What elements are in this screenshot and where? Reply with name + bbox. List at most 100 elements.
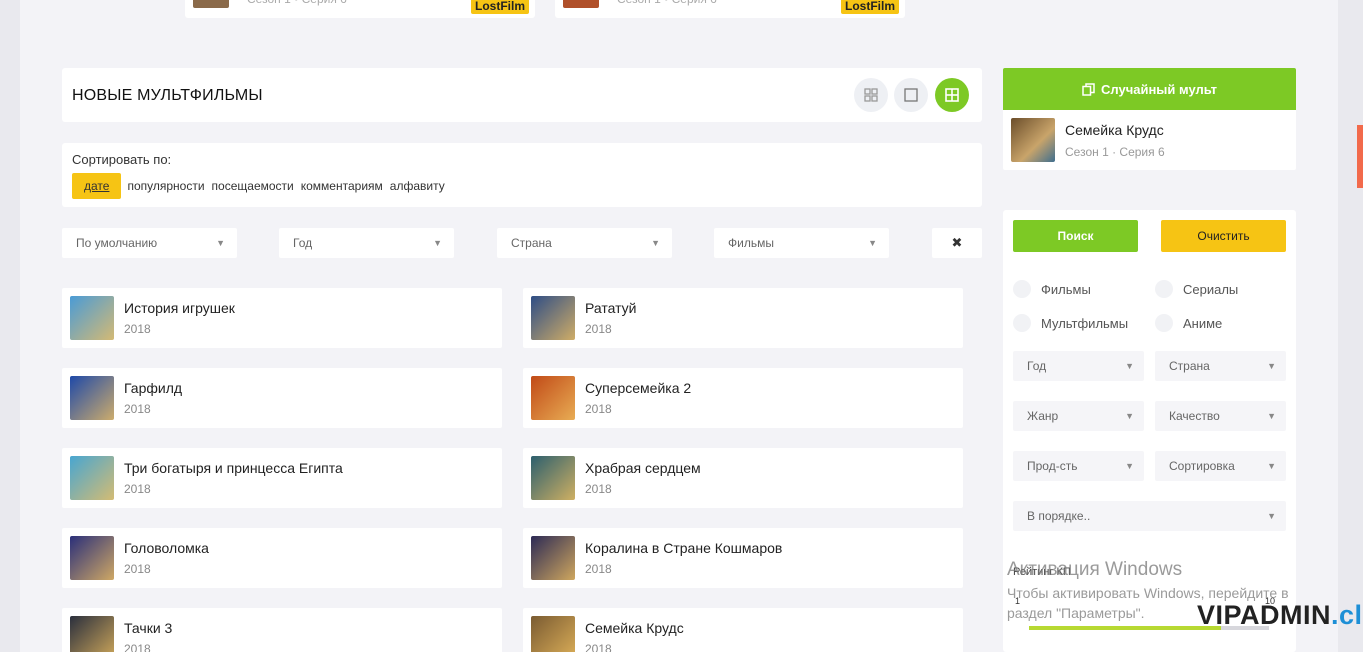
year-select-value: Год: [293, 236, 313, 250]
chevron-down-icon: ▼: [868, 238, 877, 248]
studio-badge: LostFilm: [841, 0, 899, 14]
site-logo: VIPADMIN.club: [1197, 600, 1363, 631]
close-icon: ✖: [951, 235, 963, 250]
year-select[interactable]: Год ▼: [279, 228, 454, 258]
select-value: Прод-сть: [1027, 459, 1078, 473]
random-cartoon-meta: Сезон 1 · Серия 6: [1065, 145, 1165, 159]
movie-title: История игрушек: [124, 300, 235, 316]
chevron-down-icon: ▼: [1267, 361, 1276, 371]
grid-view-button[interactable]: [854, 78, 888, 112]
sort-by-comments[interactable]: комментариям: [300, 179, 384, 193]
top-episode-card[interactable]: Сезон 1 • Серия 6 LostFilm: [555, 0, 905, 18]
sort-by-popularity[interactable]: популярности: [126, 179, 205, 193]
movie-title: Суперсемейка 2: [585, 380, 692, 396]
chevron-down-icon: ▼: [1125, 361, 1134, 371]
order-select[interactable]: По умолчанию ▼: [62, 228, 237, 258]
radio-dot: [1155, 314, 1173, 332]
movie-poster: [531, 616, 575, 652]
search-button[interactable]: Поиск: [1013, 220, 1138, 252]
radio-cartoons[interactable]: Мультфильмы: [1013, 314, 1128, 332]
movie-poster: [531, 456, 575, 500]
logo-main: VIPADMIN: [1197, 600, 1332, 630]
movie-card[interactable]: Суперсемейка 2 2018: [523, 368, 963, 428]
list-view-button[interactable]: [935, 78, 969, 112]
radio-films[interactable]: Фильмы: [1013, 280, 1091, 298]
radio-label: Фильмы: [1041, 281, 1091, 297]
search-sort-select[interactable]: Сортировка ▼: [1155, 451, 1286, 481]
page-title: НОВЫЕ МУЛЬТФИЛЬМЫ: [72, 87, 263, 104]
movie-title: Храбрая сердцем: [585, 460, 701, 476]
sort-by-visits[interactable]: посещаемости: [211, 179, 295, 193]
sort-label: Сортировать по:: [72, 152, 172, 167]
random-cartoon-poster: [1011, 118, 1055, 162]
copy-icon: [1082, 82, 1095, 96]
search-country-select[interactable]: Страна ▼: [1155, 351, 1286, 381]
search-year-select[interactable]: Год ▼: [1013, 351, 1144, 381]
rating-slider-fill: [1029, 626, 1221, 630]
movie-card[interactable]: Коралина в Стране Кошмаров 2018: [523, 528, 963, 588]
country-select[interactable]: Страна ▼: [497, 228, 672, 258]
radio-series[interactable]: Сериалы: [1155, 280, 1238, 298]
movie-title: Три богатыря и принцесса Египта: [124, 460, 343, 476]
random-cartoon-button[interactable]: Случайный мульт: [1003, 68, 1296, 110]
movie-title: Коралина в Стране Кошмаров: [585, 540, 783, 556]
movie-year: 2018: [585, 322, 612, 336]
movie-year: 2018: [585, 402, 612, 416]
type-select[interactable]: Фильмы ▼: [714, 228, 889, 258]
clear-filters-button[interactable]: ✖: [932, 228, 982, 258]
episode-thumbnail: [193, 0, 229, 8]
movie-card[interactable]: Тачки 3 2018: [62, 608, 502, 652]
random-cartoon-title: Семейка Крудс: [1065, 122, 1164, 138]
clear-button[interactable]: Очистить: [1161, 220, 1286, 252]
table-icon: [945, 88, 959, 102]
page-scroll-indicator[interactable]: [1357, 125, 1363, 188]
radio-dot: [1013, 314, 1031, 332]
search-duration-select[interactable]: Прод-сть ▼: [1013, 451, 1144, 481]
top-episode-card[interactable]: Сезон 1 • Серия 6 LostFilm: [185, 0, 535, 18]
search-genre-select[interactable]: Жанр ▼: [1013, 401, 1144, 431]
movie-card[interactable]: Семейка Крудс 2018: [523, 608, 963, 652]
select-value: Сортировка: [1169, 459, 1235, 473]
movie-year: 2018: [124, 402, 151, 416]
select-value: Качество: [1169, 409, 1220, 423]
chevron-down-icon: ▼: [1267, 511, 1276, 521]
radio-dot: [1013, 280, 1031, 298]
movie-card[interactable]: Головоломка 2018: [62, 528, 502, 588]
movie-card[interactable]: История игрушек 2018: [62, 288, 502, 348]
movie-year: 2018: [124, 562, 151, 576]
random-cartoon-label: Случайный мульт: [1100, 81, 1217, 97]
chevron-down-icon: ▼: [433, 238, 442, 248]
movie-poster: [531, 536, 575, 580]
movie-poster: [531, 296, 575, 340]
episode-meta: Сезон 1 • Серия 6: [247, 0, 347, 8]
chevron-down-icon: ▼: [651, 238, 660, 248]
movie-title: Гарфилд: [124, 380, 183, 396]
movie-card[interactable]: Рататуй 2018: [523, 288, 963, 348]
order-select-value: По умолчанию: [76, 236, 158, 250]
country-select-value: Страна: [511, 236, 552, 250]
movie-card[interactable]: Храбрая сердцем 2018: [523, 448, 963, 508]
radio-anime[interactable]: Аниме: [1155, 314, 1222, 332]
single-view-button[interactable]: [894, 78, 928, 112]
search-quality-select[interactable]: Качество ▼: [1155, 401, 1286, 431]
movie-card[interactable]: Три богатыря и принцесса Египта 2018: [62, 448, 502, 508]
square-icon: [904, 88, 918, 102]
chevron-down-icon: ▼: [1267, 461, 1276, 471]
random-cartoon-card[interactable]: Семейка Крудс Сезон 1 · Серия 6: [1003, 110, 1296, 170]
radio-label: Аниме: [1183, 315, 1223, 331]
movie-title: Тачки 3: [124, 620, 173, 636]
movie-year: 2018: [124, 642, 151, 652]
sort-by-alphabet[interactable]: алфавиту: [389, 179, 446, 193]
episode-thumbnail: [563, 0, 599, 8]
movie-card[interactable]: Гарфилд 2018: [62, 368, 502, 428]
chevron-down-icon: ▼: [216, 238, 225, 248]
sort-by-date[interactable]: дате: [72, 173, 122, 199]
movie-poster: [70, 376, 114, 420]
movie-title: Семейка Крудс: [585, 620, 684, 636]
radio-label: Сериалы: [1183, 281, 1239, 297]
episode-meta: Сезон 1 • Серия 6: [617, 0, 717, 8]
search-order-select[interactable]: В порядке.. ▼: [1013, 501, 1286, 531]
movie-poster: [531, 376, 575, 420]
movie-year: 2018: [124, 482, 151, 496]
type-select-value: Фильмы: [728, 236, 774, 250]
